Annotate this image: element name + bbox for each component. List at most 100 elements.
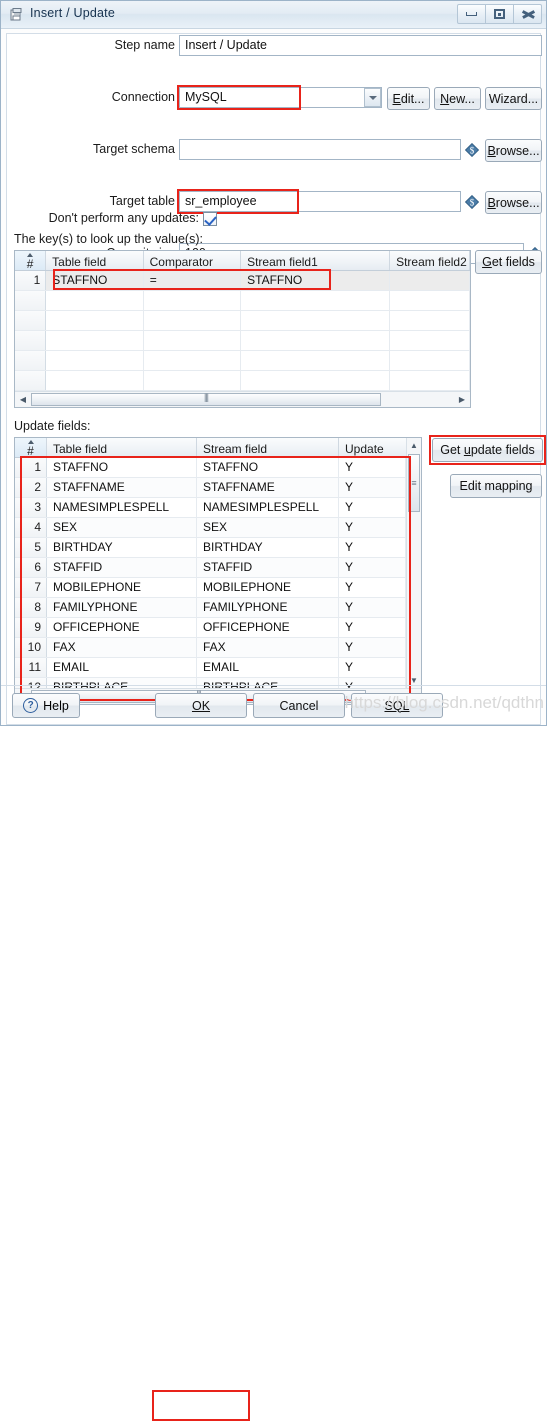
- cell-comparator[interactable]: [144, 311, 242, 330]
- cell-stream_field[interactable]: BIRTHDAY: [197, 538, 339, 557]
- step-name-input[interactable]: Insert / Update: [179, 35, 542, 56]
- cell-n[interactable]: 1: [15, 458, 47, 477]
- cell-n[interactable]: [15, 351, 47, 370]
- cell-table_field[interactable]: [46, 331, 144, 350]
- cell-table_field[interactable]: EMAIL: [47, 658, 197, 677]
- cell-stream_field2[interactable]: [390, 351, 470, 370]
- cell-n[interactable]: [15, 291, 47, 310]
- cell-comparator[interactable]: =: [144, 271, 242, 290]
- cell-stream_field2[interactable]: [390, 271, 470, 290]
- cell-stream_field2[interactable]: [390, 331, 470, 350]
- cell-update[interactable]: Y: [339, 458, 406, 477]
- cell-n[interactable]: 7: [15, 578, 47, 597]
- connection-dropdown-arrow[interactable]: [364, 88, 381, 107]
- cell-stream_field1[interactable]: [241, 371, 391, 390]
- vscroll-thumb[interactable]: [408, 454, 420, 512]
- cell-comparator[interactable]: [144, 351, 242, 370]
- cell-table_field[interactable]: NAMESIMPLESPELL: [47, 498, 197, 517]
- cell-stream_field1[interactable]: [241, 291, 391, 310]
- cell-table_field[interactable]: STAFFID: [47, 558, 197, 577]
- table-row[interactable]: 1 STAFFNO = STAFFNO: [15, 271, 470, 291]
- scroll-right-icon[interactable]: ▶: [454, 392, 470, 407]
- cell-n[interactable]: 9: [15, 618, 47, 637]
- table-row[interactable]: [15, 311, 470, 331]
- scroll-up-icon[interactable]: ▲: [407, 438, 421, 453]
- cell-comparator[interactable]: [144, 371, 242, 390]
- close-button[interactable]: [513, 4, 542, 24]
- cell-update[interactable]: Y: [339, 478, 406, 497]
- cell-n[interactable]: 4: [15, 518, 47, 537]
- column-header-table-field[interactable]: Table field: [46, 251, 144, 270]
- cell-table_field[interactable]: FAX: [47, 638, 197, 657]
- cell-table_field[interactable]: STAFFNO: [46, 271, 144, 290]
- cell-update[interactable]: Y: [339, 498, 406, 517]
- cell-table_field[interactable]: [46, 371, 144, 390]
- hscroll-thumb[interactable]: [31, 393, 381, 406]
- cell-stream_field[interactable]: NAMESIMPLESPELL: [197, 498, 339, 517]
- cell-table_field[interactable]: [46, 351, 144, 370]
- cell-table_field[interactable]: [46, 311, 144, 330]
- browse-schema-button[interactable]: Browse...: [485, 139, 542, 162]
- maximize-button[interactable]: [485, 4, 514, 24]
- cell-update[interactable]: Y: [339, 518, 406, 537]
- cell-n[interactable]: 10: [15, 638, 47, 657]
- cell-update[interactable]: Y: [339, 618, 406, 637]
- get-update-fields-button[interactable]: Get update fields: [432, 438, 543, 462]
- ok-button[interactable]: OK: [155, 693, 247, 718]
- cell-stream_field2[interactable]: [390, 371, 470, 390]
- cell-stream_field[interactable]: STAFFNAME: [197, 478, 339, 497]
- lookup-keys-hscrollbar[interactable]: ◀ ▶: [15, 391, 470, 407]
- cell-n[interactable]: [15, 311, 47, 330]
- cell-table_field[interactable]: OFFICEPHONE: [47, 618, 197, 637]
- cell-update[interactable]: Y: [339, 658, 406, 677]
- cell-stream_field[interactable]: FAMILYPHONE: [197, 598, 339, 617]
- cell-update[interactable]: Y: [339, 538, 406, 557]
- table-row[interactable]: [15, 371, 470, 391]
- cell-stream_field1[interactable]: [241, 311, 391, 330]
- cell-n[interactable]: 1: [15, 271, 47, 290]
- update-fields-vscrollbar[interactable]: ▲ ▼: [406, 438, 421, 704]
- scroll-left-icon[interactable]: ◀: [15, 392, 31, 407]
- table-row[interactable]: 11 EMAIL EMAIL Y: [15, 658, 421, 678]
- cell-stream_field2[interactable]: [390, 291, 470, 310]
- new-connection-button[interactable]: New...: [434, 87, 481, 110]
- cell-stream_field[interactable]: OFFICEPHONE: [197, 618, 339, 637]
- column-header-update[interactable]: Update: [339, 438, 406, 457]
- cell-n[interactable]: 6: [15, 558, 47, 577]
- cell-stream_field[interactable]: FAX: [197, 638, 339, 657]
- cell-comparator[interactable]: [144, 331, 242, 350]
- cell-n[interactable]: 8: [15, 598, 47, 617]
- help-button[interactable]: ? Help: [12, 693, 80, 718]
- lookup-keys-table[interactable]: # Table field Comparator Stream field1 S…: [14, 250, 471, 408]
- table-row[interactable]: 6 STAFFID STAFFID Y: [15, 558, 421, 578]
- cell-update[interactable]: Y: [339, 578, 406, 597]
- table-row[interactable]: [15, 351, 470, 371]
- cell-stream_field1[interactable]: STAFFNO: [241, 271, 391, 290]
- cell-stream_field[interactable]: STAFFID: [197, 558, 339, 577]
- edit-connection-button[interactable]: Edit...: [387, 87, 430, 110]
- table-row[interactable]: 9 OFFICEPHONE OFFICEPHONE Y: [15, 618, 421, 638]
- target-schema-input[interactable]: [179, 139, 461, 160]
- cell-stream_field[interactable]: STAFFNO: [197, 458, 339, 477]
- minimize-button[interactable]: [457, 4, 486, 24]
- table-row[interactable]: 1 STAFFNO STAFFNO Y: [15, 458, 421, 478]
- cell-table_field[interactable]: STAFFNO: [47, 458, 197, 477]
- table-row[interactable]: 2 STAFFNAME STAFFNAME Y: [15, 478, 421, 498]
- cell-table_field[interactable]: MOBILEPHONE: [47, 578, 197, 597]
- table-row[interactable]: 4 SEX SEX Y: [15, 518, 421, 538]
- cell-update[interactable]: Y: [339, 598, 406, 617]
- cell-n[interactable]: 11: [15, 658, 47, 677]
- dont-perform-updates-checkbox[interactable]: [203, 212, 217, 226]
- table-row[interactable]: [15, 291, 470, 311]
- table-row[interactable]: 10 FAX FAX Y: [15, 638, 421, 658]
- cancel-button[interactable]: Cancel: [253, 693, 345, 718]
- column-header-stream-field[interactable]: Stream field: [197, 438, 339, 457]
- edit-mapping-button[interactable]: Edit mapping: [450, 474, 542, 498]
- connection-combo[interactable]: MySQL: [179, 87, 382, 108]
- cell-stream_field2[interactable]: [390, 311, 470, 330]
- cell-stream_field[interactable]: MOBILEPHONE: [197, 578, 339, 597]
- cell-stream_field1[interactable]: [241, 351, 391, 370]
- sql-button[interactable]: SQL: [351, 693, 443, 718]
- cell-stream_field[interactable]: EMAIL: [197, 658, 339, 677]
- get-fields-button[interactable]: Get fields: [475, 250, 542, 274]
